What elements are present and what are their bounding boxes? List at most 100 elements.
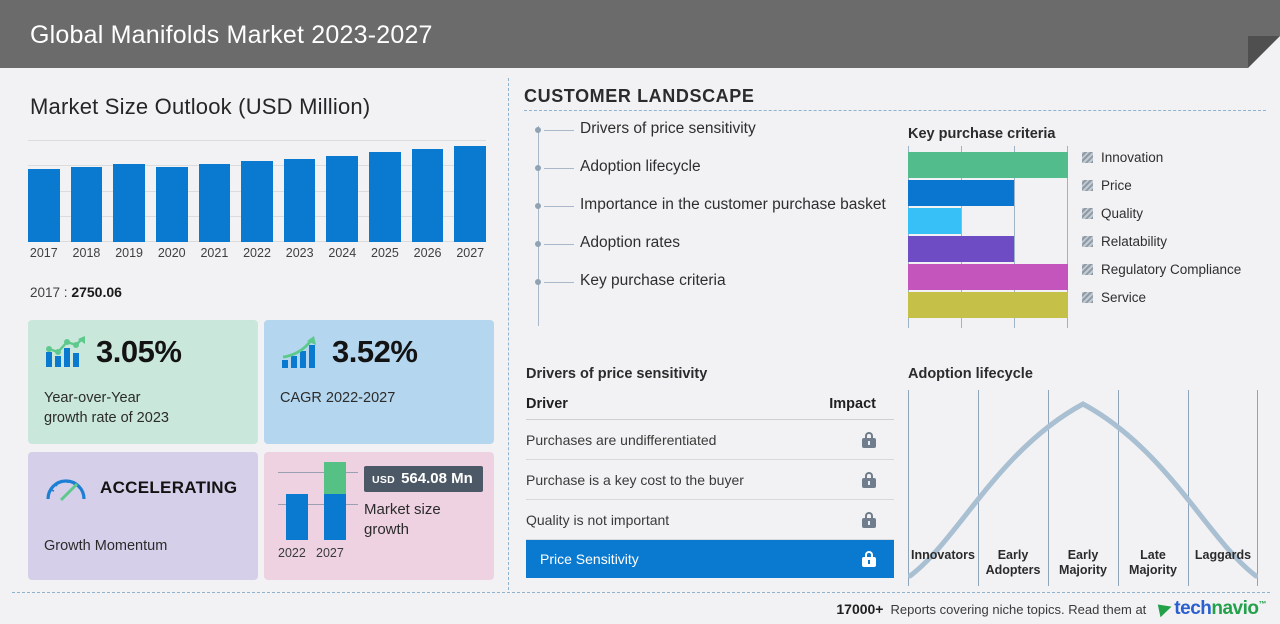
lock-icon: [862, 471, 876, 488]
adoption-stage-label: Early Majority: [1059, 548, 1107, 577]
bar-chart-x-labels: 2017 2018 2019 2020 2021 2022 2023 2024 2025 2026…: [28, 246, 486, 260]
kpc-legend-label: Regulatory Compliance: [1101, 262, 1242, 277]
customer-landscape-item-2[interactable]: Adoption lifecycle: [535, 158, 898, 180]
drivers-title: Drivers of price sensitivity: [526, 366, 708, 382]
customer-landscape-item-4[interactable]: Adoption rates: [535, 234, 898, 256]
mini-gridline: [278, 472, 358, 473]
kpc-legend-item-service: Service: [1082, 290, 1241, 305]
list-connector: [535, 120, 580, 142]
usd-amount-badge: USD 564.08 Mn: [364, 466, 483, 492]
driver-name: Quality is not important: [526, 511, 670, 528]
lock-icon: [862, 511, 876, 528]
kpc-legend-label: Price: [1101, 178, 1132, 193]
bullet-dot-icon: [535, 127, 541, 133]
market-size-panel: Market Size Outlook (USD Million) 2017 20…: [0, 68, 508, 588]
hatched-swatch-icon: [1082, 208, 1093, 219]
lock-icon: [862, 431, 876, 448]
connector-line: [544, 205, 574, 207]
col-header-impact: Impact: [829, 396, 876, 412]
customer-landscape-item-3[interactable]: Importance in the customer purchase bask…: [535, 196, 898, 218]
bar-label-2024: 2024: [328, 246, 357, 260]
kpc-legend-item-price: Price: [1082, 178, 1241, 193]
bar-2020: [155, 166, 188, 242]
driver-name: Purchases are undifferentiated: [526, 431, 717, 448]
lock-icon: [862, 551, 876, 567]
kpc-legend-label: Relatability: [1101, 234, 1168, 249]
customer-landscape-item-5[interactable]: Key purchase criteria: [535, 272, 898, 294]
bar-label-2023: 2023: [285, 246, 314, 260]
list-connector: [535, 196, 580, 218]
yoy-head: 3.05%: [44, 334, 182, 370]
kpc-legend-label: Quality: [1101, 206, 1144, 221]
stat-card-cagr: 3.52% CAGR 2022-2027: [264, 320, 494, 444]
kpc-bar-price: [908, 180, 1014, 206]
driver-row[interactable]: Purchase is a key cost to the buyer: [526, 460, 894, 500]
drivers-header-row: Driver Impact: [526, 396, 894, 420]
drivers-table: Driver Impact Purchases are undifferenti…: [526, 396, 894, 578]
bar-2024: [326, 156, 359, 242]
logo-text-navio: navio: [1211, 598, 1259, 619]
bar-2026: [411, 149, 444, 242]
adoption-stage-label: Early Adopters: [985, 548, 1041, 577]
reports-count: 17000+: [836, 601, 884, 617]
yoy-sub-line2: growth rate of 2023: [44, 410, 169, 426]
market-value-year: 2017 :: [30, 285, 68, 300]
kpc-bar-service: [908, 292, 1068, 318]
footer-tagline: Reports covering niche topics. Read them…: [890, 601, 1147, 617]
driver-row[interactable]: Quality is not important: [526, 500, 894, 540]
page-footer: 17000+ Reports covering niche topics. Re…: [0, 592, 1280, 624]
kpc-bar-relatability: [908, 236, 1014, 262]
cagr-value: 3.52%: [332, 334, 418, 369]
connector-line: [544, 243, 574, 245]
bar-2027: [454, 146, 487, 242]
customer-landscape-item-label: Importance in the customer purchase bask…: [580, 196, 886, 213]
growth-caption-line1: Market size: [364, 501, 441, 518]
stat-card-growth-momentum: ACCELERATING Growth Momentum: [28, 452, 258, 580]
bar-2018: [70, 166, 103, 242]
connector-line: [544, 281, 574, 283]
technavio-logo[interactable]: technavio™: [1158, 598, 1266, 620]
kpc-bar-regulatory-compliance: [908, 264, 1068, 290]
kpc-legend-item-innovation: Innovation: [1082, 150, 1241, 165]
adoption-lifecycle-title: Adoption lifecycle: [908, 366, 1033, 382]
bar-2022: [241, 161, 273, 242]
market-growth-caption: Market size growth: [364, 500, 441, 540]
footer-content: 17000+ Reports covering niche topics. Re…: [836, 598, 1266, 620]
market-size-title: Market Size Outlook (USD Million): [30, 94, 371, 119]
kpc-legend-item-relatability: Relatability: [1082, 234, 1241, 249]
bar-label-2017: 2017: [29, 246, 58, 260]
driver-row[interactable]: Purchases are undifferentiated: [526, 420, 894, 460]
customer-landscape-item-1[interactable]: Drivers of price sensitivity: [535, 120, 898, 142]
mini-bar-2027-growth: [324, 462, 346, 494]
bullet-dot-icon: [535, 279, 541, 285]
page-title: Global Manifolds Market 2023-2027: [30, 21, 433, 49]
speedometer-icon: [46, 479, 86, 502]
page-header: Global Manifolds Market 2023-2027: [0, 0, 1280, 68]
bar-2025: [369, 152, 401, 242]
momentum-subtitle: Growth Momentum: [44, 538, 168, 554]
hatched-swatch-icon: [1082, 264, 1093, 275]
mini-label-start: 2022: [278, 546, 306, 560]
customer-landscape-list: Drivers of price sensitivity Adoption lif…: [535, 120, 898, 326]
market-growth-mini-chart: 2022 2027: [278, 462, 358, 560]
adoption-stage-label: Innovators: [911, 548, 975, 562]
usd-currency-label: USD: [372, 474, 396, 486]
bar-label-2021: 2021: [200, 246, 229, 260]
bullet-dot-icon: [535, 241, 541, 247]
mini-label-end: 2027: [316, 546, 344, 560]
kpc-bar-quality: [908, 208, 961, 234]
list-connector: [535, 234, 580, 256]
bar-label-2026: 2026: [413, 246, 442, 260]
customer-landscape-item-label: Key purchase criteria: [580, 272, 726, 289]
market-size-bar-chart: [28, 140, 487, 242]
technavio-arrow-icon: [1158, 601, 1174, 617]
bar-line-chart-icon: [46, 336, 85, 367]
momentum-head: ACCELERATING: [44, 472, 237, 504]
col-header-driver: Driver: [526, 396, 568, 412]
yoy-sub-line1: Year-over-Year: [44, 390, 141, 406]
vertical-divider: [508, 78, 509, 590]
driver-row[interactable]: Price Sensitivity: [526, 540, 894, 578]
key-purchase-criteria-legend: Innovation Price Quality Relatability Regula…: [1082, 150, 1241, 305]
kpc-bar-series: [908, 152, 1068, 318]
bullet-dot-icon: [535, 203, 541, 209]
